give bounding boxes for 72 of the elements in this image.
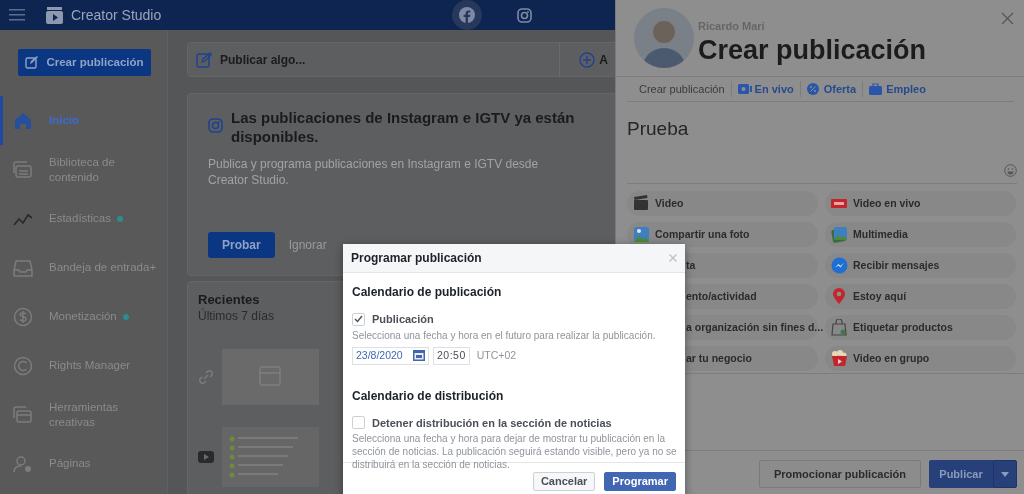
library-icon — [13, 159, 33, 180]
dropdown-button[interactable] — [993, 460, 1017, 488]
instagram-icon[interactable] — [517, 7, 533, 23]
try-button[interactable]: Probar — [208, 232, 275, 258]
profile-gear-icon — [13, 453, 33, 474]
option-button[interactable]: Video en vivo — [825, 191, 1016, 216]
section-heading: Calendario de publicación — [352, 284, 503, 301]
briefcase-icon — [869, 83, 884, 95]
option-button[interactable]: Recibir mensajes — [825, 253, 1016, 278]
panel-title: Crear publicación — [698, 34, 927, 65]
facebook-icon[interactable] — [452, 0, 483, 30]
post-text-field[interactable]: Prueba — [627, 102, 689, 144]
video-icon — [198, 451, 214, 463]
option-button[interactable]: Video — [627, 191, 818, 216]
cancel-button[interactable]: Cancelar — [532, 472, 596, 491]
link-icon — [198, 369, 214, 385]
inbox-icon — [13, 257, 33, 278]
shopping-bag-icon — [831, 319, 848, 336]
checkbox[interactable] — [352, 416, 365, 430]
clapperboard-icon — [633, 195, 650, 212]
location-pin-icon — [831, 288, 848, 305]
date-field[interactable]: 23/8/2020 — [352, 346, 429, 365]
calendar-icon — [413, 350, 425, 361]
time-field[interactable]: 20:50 — [433, 346, 470, 365]
edit-icon — [25, 56, 39, 69]
plus-circle-icon — [579, 51, 596, 68]
option-button[interactable]: Video en grupo — [825, 346, 1016, 371]
home-icon — [13, 110, 33, 131]
caret-icon — [1001, 471, 1009, 477]
timezone-label: UTC+02 — [476, 347, 517, 363]
popcorn-icon — [831, 350, 848, 367]
hint-text: Selecciona una fecha y hora para dejar de mostrar tu publicación en la sección de noticias. La publicación seguirá estando visible, pero ya no se distribuirá en la sección de noticias. — [352, 432, 677, 471]
menu-icon[interactable] — [9, 9, 25, 21]
notice-title: Las publicaciones de Instagram e IGTV ya están disponibles. — [231, 108, 576, 146]
option-button[interactable]: Multimedia — [825, 222, 1016, 247]
section-title: Recientes — [198, 292, 260, 307]
dollar-icon — [13, 306, 33, 327]
close-icon[interactable] — [669, 254, 677, 262]
smiley-icon[interactable] — [1004, 164, 1017, 177]
edit-icon — [196, 51, 212, 68]
camera-icon — [737, 83, 752, 95]
photo-icon — [633, 226, 650, 243]
add-link[interactable]: A — [579, 50, 609, 69]
create-post-button[interactable]: Crear publicación — [18, 49, 151, 76]
tab[interactable]: Empleo — [862, 80, 932, 98]
app-name: Creator Studio — [71, 5, 162, 25]
instagram-icon — [208, 118, 223, 133]
option-button[interactable]: Etiquetar productos — [825, 315, 1016, 340]
checkbox[interactable] — [352, 312, 365, 326]
section-heading: Calendario de distribución — [352, 387, 505, 405]
check-icon — [354, 315, 363, 324]
schedule-button[interactable]: Programar — [604, 472, 676, 491]
discount-icon — [806, 83, 821, 95]
option-button[interactable]: Estoy aquí — [825, 284, 1016, 309]
tab[interactable]: Crear publicación — [633, 80, 731, 98]
tab[interactable]: Oferta — [799, 80, 863, 98]
close-icon[interactable] — [1001, 12, 1014, 25]
checkbox-label: Detener distribución en la sección de noticias — [372, 415, 612, 431]
ignore-button[interactable]: Ignorar — [282, 235, 333, 255]
notice-text: Publica y programa publicaciones en Instagram e IGTV desde Creator Studio. — [208, 156, 540, 188]
copyright-icon — [13, 355, 33, 376]
clapperboard-icon — [46, 6, 63, 24]
option-button[interactable]: Compartir una foto — [627, 222, 818, 247]
messenger-icon — [831, 257, 848, 274]
promote-button[interactable]: Promocionar publicación — [758, 460, 921, 488]
compose-link[interactable]: Publicar algo... — [188, 50, 306, 69]
tab[interactable]: En vivo — [730, 80, 800, 98]
publish-button[interactable]: Publicar — [929, 460, 993, 488]
dialog-title: Programar publicación — [351, 250, 482, 267]
photo-album-icon — [831, 226, 848, 243]
checkbox-label: Publicación — [372, 312, 434, 327]
tools-icon — [13, 404, 33, 425]
